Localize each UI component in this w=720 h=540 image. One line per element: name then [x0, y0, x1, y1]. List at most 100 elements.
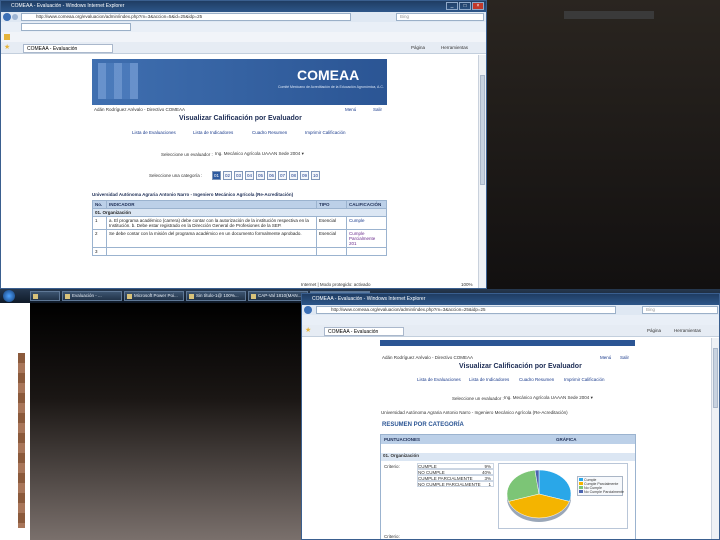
category-row: 01. Organización	[92, 208, 387, 217]
toolbar-page-menu[interactable]: Página	[647, 325, 661, 336]
row-no: 1	[92, 216, 107, 230]
row-calificacion[interactable]: Cumple	[346, 216, 387, 230]
row-tipo: Esencial	[316, 229, 347, 248]
toolbar-tools-menu[interactable]: Herramientas	[441, 42, 468, 53]
scores-list: CUMPLE 9% NO CUMPLE 40% CUMPLE PARCIALMENT…	[417, 463, 494, 487]
evaluator-label: Seleccione un evaluador :	[161, 152, 213, 157]
taskbar-item-1[interactable]	[30, 291, 60, 301]
row-calificacion[interactable]: Cumple Parcialmente 201	[346, 229, 387, 248]
category-05[interactable]: 05	[256, 171, 265, 180]
quick-search-field[interactable]	[21, 23, 131, 31]
category-06[interactable]: 06	[267, 171, 276, 180]
col-header-grafica: GRÁFICA	[556, 437, 577, 442]
institution-title: Universidad Autónoma Agraria Antonio Nar…	[92, 192, 294, 197]
scroll-thumb[interactable]	[713, 348, 718, 408]
tab-comeaa[interactable]: COMEAA - Evaluación	[324, 327, 404, 336]
category-09[interactable]: 09	[300, 171, 309, 180]
evaluator-label: Seleccione un evaluador :	[452, 396, 504, 401]
dark-desktop-area	[30, 303, 301, 540]
search-box-right[interactable]	[564, 11, 654, 19]
toolbar-page-menu[interactable]: Página	[411, 42, 425, 53]
window-title: COMEAA - Evaluación - Windows Internet E…	[11, 3, 125, 9]
col-header-puntuaciones: PUNTUACIONES	[384, 437, 421, 442]
toolbar-tools-menu[interactable]: Herramientas	[674, 325, 701, 336]
row-indicador	[106, 247, 317, 256]
col-header-no: No.	[92, 200, 107, 209]
table-row: 2 Se debe contar con la misión del progr…	[92, 229, 387, 248]
bottom-window-titlebar: COMEAA - Evaluación - Windows Internet E…	[302, 294, 719, 305]
nav-link-indicadores[interactable]: Lista de Indicadores	[469, 377, 509, 382]
app-icon	[33, 294, 38, 299]
nav-link-imprimir[interactable]: Imprimir Calificación	[564, 377, 605, 382]
taskbar-item-4[interactable]: Sin título-1@ 100%...	[186, 291, 246, 301]
row-indicador: Se debe contar con la misión del program…	[106, 229, 317, 248]
banner-subtitle: Comité Mexicano de Acreditación de la Ed…	[278, 85, 384, 89]
category-04[interactable]: 04	[245, 171, 254, 180]
category-01[interactable]: 01	[212, 171, 221, 180]
legend-swatch	[579, 478, 583, 481]
row-calificacion[interactable]	[346, 247, 387, 256]
menu-link[interactable]: Menú	[345, 107, 356, 112]
top-vertical-scrollbar[interactable]	[478, 55, 486, 288]
nav-link-evaluaciones[interactable]: Lista de Evaluaciones	[132, 130, 176, 135]
category-02[interactable]: 02	[223, 171, 232, 180]
start-orb-icon[interactable]	[3, 290, 15, 302]
row-indicador: a. El programa académico (carrera) debe …	[106, 216, 317, 230]
score-row: NO CUMPLE PARCIALMENTE 1	[417, 481, 494, 487]
evaluator-select[interactable]: Ing. Mecánico Agrícola UAAAN Sede 2004 ▾	[213, 150, 306, 158]
back-icon[interactable]	[3, 13, 11, 21]
summary-header: PUNTUACIONES GRÁFICA	[381, 435, 635, 444]
nav-link-resumen[interactable]: Cuadro Resumen	[519, 377, 554, 382]
nav-link-indicadores[interactable]: Lista de Indicadores	[193, 130, 233, 135]
indicators-table: No. INDICADOR TIPO CALIFICACIÓN 01. Orga…	[92, 200, 387, 256]
favorites-bar	[1, 32, 486, 42]
menu-link[interactable]: Menú	[600, 355, 611, 360]
app-icon	[189, 294, 194, 299]
row-tipo	[316, 247, 347, 256]
favorites-star-icon[interactable]: ★	[4, 42, 10, 53]
forward-icon[interactable]	[12, 14, 18, 20]
category-10[interactable]: 10	[311, 171, 320, 180]
window-title: COMEAA - Evaluación - Windows Internet E…	[312, 296, 426, 302]
category-08[interactable]: 08	[289, 171, 298, 180]
comeaa-banner: COMEAA Comité Mexicano de Acreditación d…	[92, 59, 387, 105]
row-no: 2	[92, 229, 107, 248]
banner-logo-squares	[98, 63, 138, 99]
address-input[interactable]: http://www.comeaa.org/evaluacion/admin/i…	[316, 306, 616, 314]
nav-link-imprimir[interactable]: Imprimir Calificación	[305, 130, 346, 135]
app-icon	[127, 294, 132, 299]
scroll-thumb[interactable]	[480, 75, 485, 185]
favorites-star-icon[interactable]: ★	[305, 325, 311, 336]
page-title: Visualizar Calificación por Evaluador	[459, 363, 582, 370]
taskbar-item-2[interactable]: Evaluación - ...	[62, 291, 122, 301]
zoom-level[interactable]: 100%	[461, 282, 473, 287]
search-input[interactable]: Bing	[642, 306, 718, 314]
exit-link[interactable]: Salir	[620, 355, 629, 360]
search-input[interactable]: Bing	[396, 13, 484, 21]
category-03[interactable]: 03	[234, 171, 243, 180]
banner-strip	[380, 340, 635, 346]
maximize-button[interactable]: □	[459, 2, 471, 10]
status-text: Internet | Modo protegido: activado	[301, 282, 371, 287]
nav-link-evaluaciones[interactable]: Lista de Evaluaciones	[417, 377, 461, 382]
taskbar-item-5[interactable]: CAP-Val 1810(MAN...	[248, 291, 308, 301]
close-button[interactable]: ×	[472, 2, 484, 10]
favorites-icon[interactable]	[4, 34, 10, 40]
tab-comeaa[interactable]: COMEAA - Evaluación	[23, 44, 113, 53]
evaluator-select[interactable]: Ing. Mecánico Agrícola UAAAN Sede 2004 ▾	[502, 394, 595, 402]
user-line: Adán Rodríguez Arévalo - Directivo COMEA…	[382, 355, 474, 360]
table-row: 3	[92, 247, 387, 256]
col-header-indicador: INDICADOR	[106, 200, 317, 209]
exit-link[interactable]: Salir	[373, 107, 382, 112]
desktop-background-right	[487, 0, 720, 289]
minimize-button[interactable]: _	[446, 2, 458, 10]
taskbar-item-3[interactable]: Microsoft Power Poi...	[124, 291, 184, 301]
nav-link-resumen[interactable]: Cuadro Resumen	[252, 130, 287, 135]
address-input[interactable]: http://www.comeaa.org/evaluacion/admin/i…	[21, 13, 351, 21]
bottom-vertical-scrollbar[interactable]	[711, 338, 719, 539]
category-07[interactable]: 07	[278, 171, 287, 180]
page-title: Visualizar Calificación por Evaluador	[179, 115, 302, 122]
pie-chart-panel: Cumple Cumple Parcialmente No Cumple No …	[498, 463, 628, 529]
back-icon[interactable]	[304, 306, 312, 314]
tab-bar: ★ COMEAA - Evaluación Página Herramienta…	[1, 42, 486, 54]
